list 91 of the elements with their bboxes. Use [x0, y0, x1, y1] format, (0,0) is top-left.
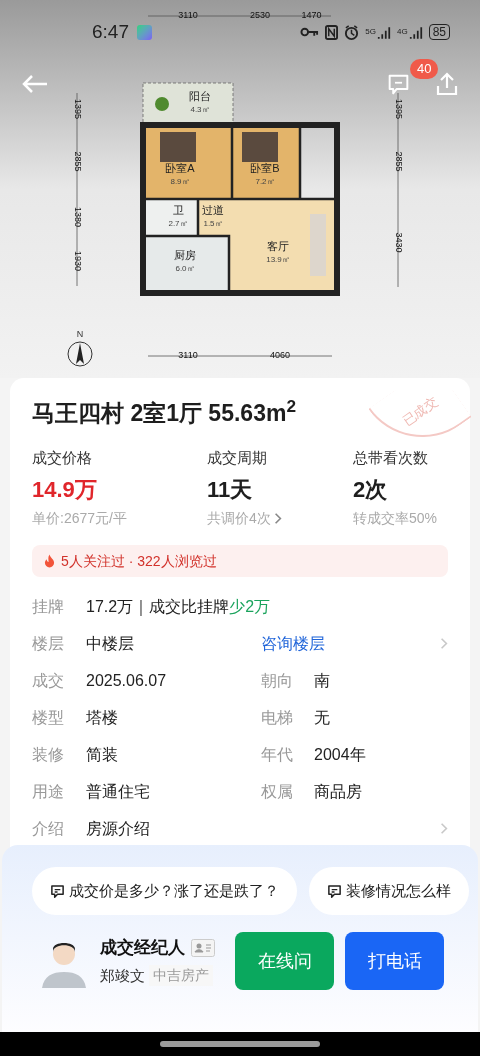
room-name: 阳台	[189, 90, 211, 102]
dimension-label: 2855	[72, 151, 83, 172]
detail-label: 权属	[261, 782, 294, 802]
notification-badge: 40	[410, 59, 439, 79]
dimension-label: 3110	[178, 350, 198, 361]
room-name: 卧室B	[250, 162, 280, 174]
detail-label: 电梯	[261, 708, 294, 728]
compass-label: N	[76, 329, 84, 339]
signal-icon	[408, 25, 423, 39]
share-icon	[435, 72, 459, 96]
listing-title: 马王四村 2室1厅 55.63m$^{2}$	[32, 396, 296, 428]
stat-label: 成交价格	[32, 447, 92, 468]
share-button[interactable]	[434, 71, 460, 97]
flame-icon	[44, 554, 55, 568]
back-arrow-icon	[21, 74, 49, 94]
detail-value: 南	[314, 671, 330, 691]
suggested-question-chip[interactable]: 成交价是多少？涨了还是跌了？	[32, 867, 297, 915]
stat-note: 单价:2677元/平	[32, 509, 127, 528]
agent-title: 成交经纪人	[100, 937, 185, 959]
detail-value: 17.2万｜成交比挂牌	[86, 597, 230, 618]
detail-label: 朝向	[261, 671, 294, 691]
price-difference: 少2万	[229, 597, 271, 617]
room-area: 1.5㎡	[203, 219, 223, 228]
room-area: 2.7㎡	[168, 219, 188, 228]
agent-company: 中吉房产	[149, 965, 213, 987]
stat-value: 14.9万	[32, 476, 97, 504]
dimension-label: 1380	[72, 207, 83, 227]
business-card-icon[interactable]	[191, 938, 215, 957]
room-name: 卫	[172, 204, 184, 216]
stat-label: 成交周期	[207, 447, 267, 468]
suggested-question-chip[interactable]: 装修情况怎么样	[309, 867, 469, 915]
room-area: 4.3㎡	[190, 105, 210, 114]
detail-value: 2004年	[314, 745, 366, 765]
detail-value: 房源介绍	[86, 819, 150, 839]
consult-floor-link[interactable]: 咨询楼层	[261, 632, 325, 655]
chevron-right-icon	[273, 512, 282, 525]
room-name: 卧室A	[165, 162, 195, 174]
detail-label: 楼层	[32, 634, 65, 654]
chat-icon	[387, 72, 410, 96]
network-label: 4G	[396, 28, 408, 36]
compass-icon	[67, 341, 93, 367]
room-name: 厨房	[174, 249, 196, 261]
detail-label: 用途	[32, 782, 65, 802]
agent-name: 郑竣文	[100, 965, 145, 986]
detail-label: 年代	[261, 745, 294, 765]
room-name: 过道	[202, 204, 224, 216]
popularity-text: 5人关注过 · 322人浏览过	[61, 551, 217, 571]
network-label: 5G	[365, 28, 376, 36]
stat-note: 转成交率50%	[353, 509, 438, 528]
detail-label: 楼型	[32, 708, 65, 728]
detail-value: 中楼层	[86, 634, 135, 654]
dimension-label: 4060	[270, 350, 290, 361]
dimension-label: 1930	[72, 251, 83, 271]
dimension-label: 2855	[393, 151, 404, 172]
room-area: 6.0㎡	[175, 264, 195, 273]
detail-label: 成交	[32, 671, 65, 691]
nfc-icon	[325, 24, 339, 40]
dimension-label: 1395	[72, 99, 83, 119]
room-name: 客厅	[267, 240, 289, 252]
detail-value: 简装	[86, 745, 119, 765]
dimension-label: 1470	[301, 10, 322, 21]
detail-label: 挂牌	[32, 597, 65, 617]
chat-bubble-icon	[327, 883, 342, 899]
dimension-label: 2530	[250, 10, 270, 21]
detail-label: 介绍	[32, 819, 65, 839]
key-icon	[300, 27, 320, 37]
dimension-label: 3110	[178, 10, 198, 21]
status-time: 6:47	[92, 19, 129, 44]
chevron-right-icon	[440, 637, 448, 650]
room-area: 8.9㎡	[170, 177, 190, 186]
dimension-label: 3430	[393, 232, 404, 253]
home-indicator[interactable]	[160, 1041, 320, 1047]
phone-call-button[interactable]: 打电话	[345, 932, 444, 990]
signal-icon	[376, 25, 391, 39]
online-chat-button[interactable]: 在线问	[235, 932, 334, 990]
detail-value: 商品房	[314, 782, 362, 802]
dimension-label: 1395	[393, 99, 404, 119]
detail-value: 无	[314, 708, 330, 728]
room-area: 7.2㎡	[255, 177, 275, 186]
alarm-icon	[344, 24, 360, 40]
stat-value: 11天	[207, 476, 253, 504]
detail-value: 2025.06.07	[86, 671, 168, 691]
app-notification-icon	[137, 24, 152, 40]
detail-value: 普通住宅	[86, 782, 151, 802]
chat-bubble-icon	[50, 883, 65, 899]
detail-value: 塔楼	[86, 708, 119, 728]
stat-value: 2次	[353, 476, 388, 504]
room-area: 13.9㎡	[266, 255, 290, 264]
detail-label: 装修	[32, 745, 65, 765]
battery-indicator: 85	[428, 24, 450, 40]
chevron-right-icon	[440, 822, 448, 835]
